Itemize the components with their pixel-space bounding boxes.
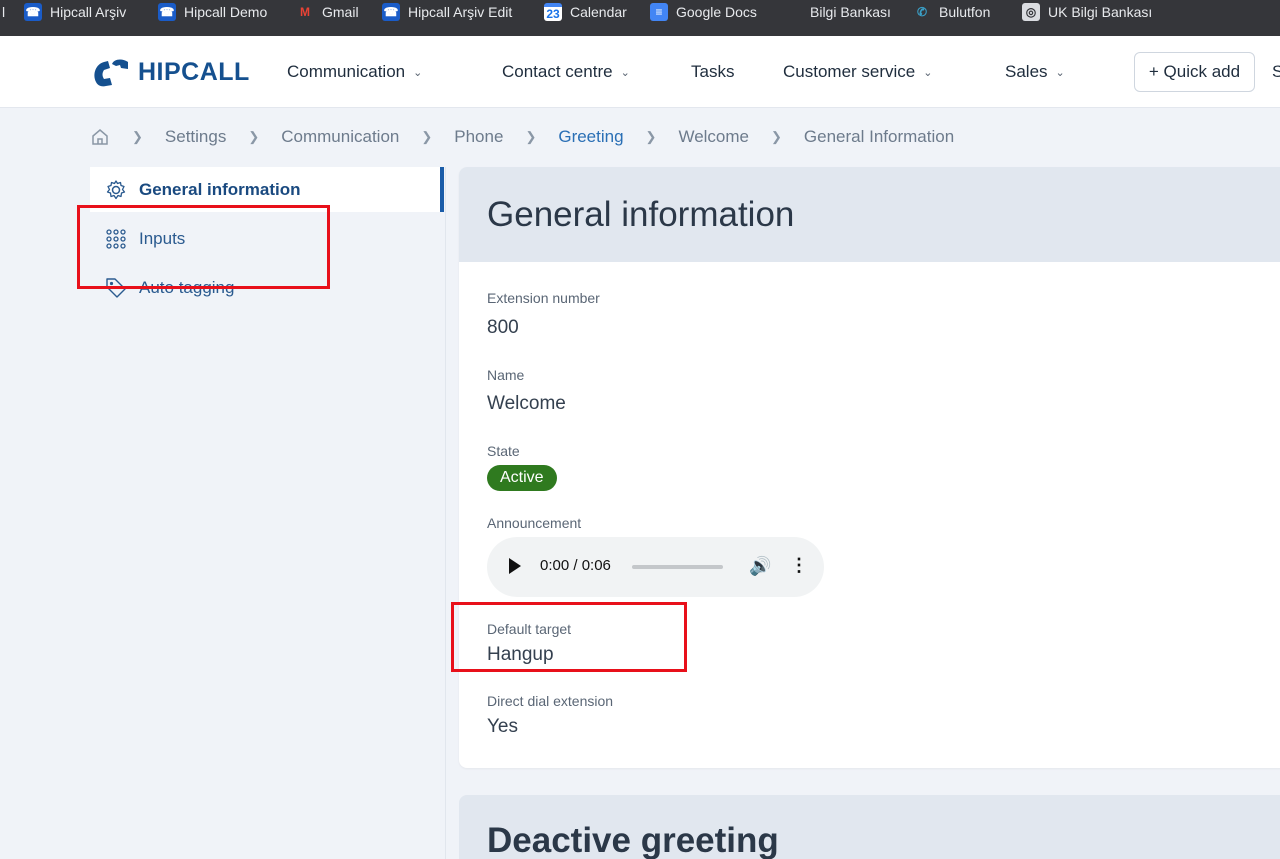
breadcrumb-general-information: General Information [803, 127, 955, 146]
hipcall-icon: ☎ [158, 3, 176, 21]
audio-time: 0:00 / 0:06 [540, 557, 611, 574]
bookmark-fragment[interactable]: l [2, 1, 5, 23]
bookmark-gmail[interactable]: M Gmail [296, 1, 359, 23]
card-header: General information [459, 167, 1280, 262]
status-badge: Active [487, 465, 557, 491]
breadcrumb-phone[interactable]: Phone [454, 127, 503, 147]
audio-player: 0:00 / 0:06 🔊 ⋮ [487, 537, 824, 597]
bookmark-google-docs[interactable]: ≡ Google Docs [650, 1, 757, 23]
announcement-label: Announcement [487, 515, 582, 531]
breadcrumb-greeting[interactable]: Greeting [558, 127, 623, 147]
play-icon[interactable] [509, 558, 521, 574]
chevron-right-icon: ❯ [248, 129, 260, 144]
gear-icon [104, 178, 128, 202]
globe-icon: ◎ [1022, 3, 1040, 21]
bulutfon-icon: ✆ [916, 5, 928, 19]
chevron-right-icon: ❯ [132, 129, 143, 144]
section-title: Deactive greeting [487, 821, 779, 859]
bookmark-hipcall-arsiv[interactable]: ☎ Hipcall Arşiv [24, 1, 126, 23]
more-options-icon[interactable]: ⋮ [790, 555, 808, 576]
nav-overflow-fragment[interactable]: S [1272, 62, 1280, 82]
name-value: Welcome [487, 393, 566, 414]
hipcall-icon: ☎ [382, 3, 400, 21]
breadcrumb-settings[interactable]: Settings [165, 127, 226, 147]
bookmark-calendar[interactable]: 23 Calendar [544, 1, 627, 23]
chevron-down-icon: ⌄ [923, 66, 933, 79]
page-title: General information [487, 194, 795, 234]
sidebar-divider [445, 167, 446, 859]
chevron-right-icon: ❯ [771, 129, 782, 144]
nav-sales[interactable]: Sales ⌄ [1005, 62, 1065, 82]
direct-dial-extension-value: Yes [487, 716, 518, 737]
direct-dial-extension-label: Direct dial extension [487, 693, 614, 709]
breadcrumb-welcome[interactable]: Welcome [678, 127, 749, 147]
chevron-down-icon: ⌄ [620, 66, 630, 79]
chevron-right-icon: ❯ [525, 129, 537, 144]
highlight-box [77, 205, 330, 289]
calendar-icon: 23 [544, 3, 562, 21]
audio-progress-slider[interactable] [632, 565, 723, 569]
general-information-card: General information Extension number 800… [459, 167, 1280, 768]
bookmark-hipcall-arsiv-edit[interactable]: ☎ Hipcall Arşiv Edit [382, 1, 512, 23]
phone-logo-icon [94, 59, 128, 87]
bookmark-hipcall-demo[interactable]: ☎ Hipcall Demo [158, 1, 267, 23]
breadcrumb-communication[interactable]: Communication [281, 127, 399, 147]
hipcall-icon: ☎ [24, 3, 42, 21]
bookmark-bilgi-bankasi[interactable]: Bilgi Bankası [810, 1, 891, 23]
nav-tasks[interactable]: Tasks [691, 62, 734, 82]
deactive-greeting-card: Deactive greeting [459, 795, 1280, 859]
bookmarks-bar: l ☎ Hipcall Arşiv ☎ Hipcall Demo M Gmail… [0, 0, 1280, 36]
volume-icon[interactable]: 🔊 [749, 556, 771, 577]
chevron-down-icon: ⌄ [1055, 66, 1065, 79]
state-label: State [487, 443, 520, 459]
extension-number-value: 800 [487, 317, 519, 338]
name-label: Name [487, 367, 525, 383]
quick-add-button[interactable]: + Quick add [1134, 52, 1255, 92]
google-docs-icon: ≡ [650, 3, 668, 21]
nav-communication[interactable]: Communication ⌄ [287, 62, 422, 82]
nav-contact-centre[interactable]: Contact centre ⌄ [502, 62, 630, 82]
bookmark-uk-bilgi-bankasi[interactable]: ◎ UK Bilgi Bankası [1022, 1, 1152, 23]
top-navigation: HIPCALL Communication ⌄ Contact centre ⌄… [0, 36, 1280, 108]
bookmark-bulutfon[interactable]: ✆ Bulutfon [913, 1, 990, 23]
chevron-right-icon: ❯ [421, 129, 433, 144]
breadcrumb: ❯ Settings ❯ Communication ❯ Phone ❯ Gre… [90, 126, 954, 148]
nav-customer-service[interactable]: Customer service ⌄ [783, 62, 932, 82]
home-icon[interactable] [90, 127, 110, 147]
gmail-icon: M [300, 5, 310, 19]
highlight-box [451, 602, 687, 672]
chevron-down-icon: ⌄ [413, 66, 423, 79]
chevron-right-icon: ❯ [645, 129, 657, 144]
extension-number-label: Extension number [487, 290, 600, 306]
hipcall-logo[interactable]: HIPCALL [90, 56, 250, 88]
